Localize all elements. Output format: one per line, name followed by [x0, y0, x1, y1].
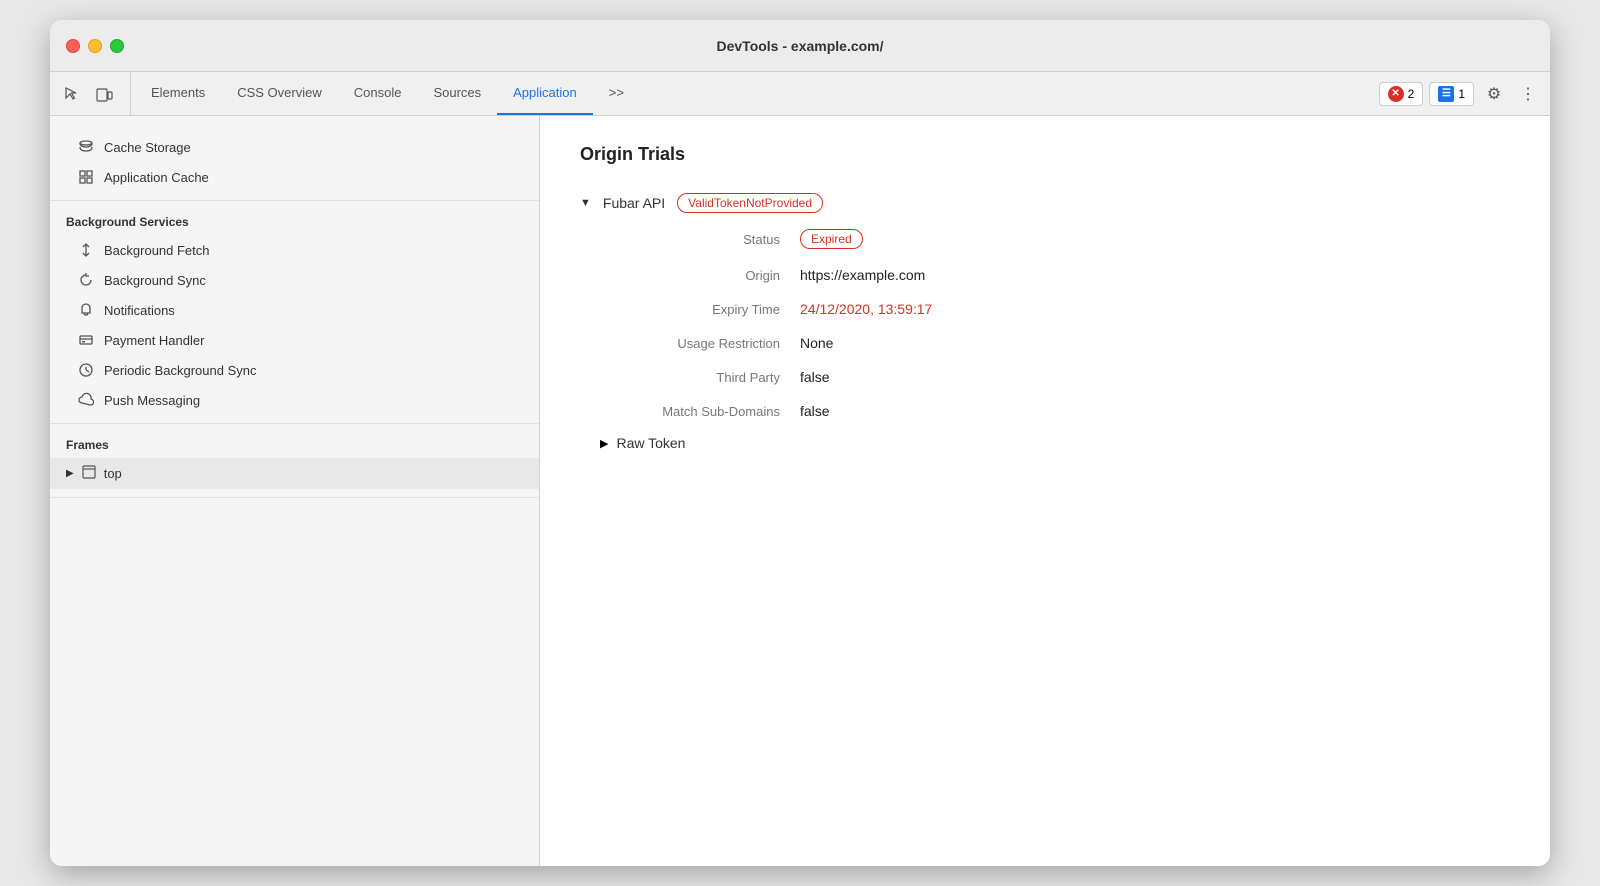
api-details: Status Expired Origin https://example.co… — [600, 229, 1510, 419]
devtools-window: DevTools - example.com/ Elements CSS Ove… — [50, 20, 1550, 866]
expand-arrow-icon: ▶ — [66, 468, 74, 479]
sidebar-item-application-cache[interactable]: Application Cache — [50, 162, 539, 192]
frame-icon — [82, 465, 96, 482]
sidebar: Cache Storage Application Cache — [50, 116, 540, 866]
bell-icon — [78, 302, 94, 318]
tab-more[interactable]: >> — [593, 72, 640, 115]
grid-icon — [78, 169, 94, 185]
stack-icon — [78, 139, 94, 155]
warning-icon: ☰ — [1438, 86, 1454, 102]
content-area: Origin Trials ▼ Fubar API ValidTokenNotP… — [540, 116, 1550, 866]
toolbar-right: ✕ 2 ☰ 1 ⚙ ⋮ — [1379, 72, 1542, 115]
tab-sources[interactable]: Sources — [417, 72, 497, 115]
inspect-icon[interactable] — [58, 80, 86, 108]
storage-section: Cache Storage Application Cache — [50, 124, 539, 201]
clock-icon — [78, 362, 94, 378]
tab-elements[interactable]: Elements — [135, 72, 221, 115]
tab-bar: Elements CSS Overview Console Sources Ap… — [135, 72, 1379, 115]
arrows-updown-icon — [78, 242, 94, 258]
sidebar-item-top[interactable]: ▶ top — [50, 458, 539, 489]
raw-token-row[interactable]: ▶ Raw Token — [600, 435, 1510, 451]
page-title: Origin Trials — [580, 144, 1510, 165]
device-toggle-icon[interactable] — [90, 80, 118, 108]
warnings-button[interactable]: ☰ 1 — [1429, 82, 1474, 106]
raw-token-expand-icon: ▶ — [600, 437, 608, 450]
main-area: Cache Storage Application Cache — [50, 116, 1550, 866]
api-header: ▼ Fubar API ValidTokenNotProvided — [580, 193, 1510, 213]
background-services-title: Background Services — [50, 209, 539, 235]
status-label: Status — [600, 229, 800, 249]
window-title: DevTools - example.com/ — [716, 38, 883, 54]
maximize-button[interactable] — [110, 39, 124, 53]
titlebar: DevTools - example.com/ — [50, 20, 1550, 72]
background-services-section: Background Services Background Fetch — [50, 201, 539, 424]
tab-application[interactable]: Application — [497, 72, 593, 115]
errors-button[interactable]: ✕ 2 — [1379, 82, 1424, 106]
expired-badge: Expired — [800, 229, 863, 249]
expiry-label: Expiry Time — [600, 301, 800, 317]
origin-label: Origin — [600, 267, 800, 283]
close-button[interactable] — [66, 39, 80, 53]
api-section: ▼ Fubar API ValidTokenNotProvided Status… — [580, 193, 1510, 451]
more-options-icon[interactable]: ⋮ — [1514, 80, 1542, 108]
minimize-button[interactable] — [88, 39, 102, 53]
frames-section: Frames ▶ top — [50, 424, 539, 498]
usage-label: Usage Restriction — [600, 335, 800, 351]
usage-value: None — [800, 335, 1510, 351]
card-icon — [78, 332, 94, 348]
sidebar-item-payment-handler[interactable]: Payment Handler — [50, 325, 539, 355]
toolbar-actions — [58, 72, 131, 115]
sidebar-item-background-fetch[interactable]: Background Fetch — [50, 235, 539, 265]
api-status-badge: ValidTokenNotProvided — [677, 193, 823, 213]
expiry-value: 24/12/2020, 13:59:17 — [800, 301, 1510, 317]
sidebar-item-background-sync[interactable]: Background Sync — [50, 265, 539, 295]
api-collapse-toggle[interactable]: ▼ — [580, 197, 591, 209]
sidebar-item-notifications[interactable]: Notifications — [50, 295, 539, 325]
sidebar-item-cache-storage[interactable]: Cache Storage — [50, 132, 539, 162]
api-name: Fubar API — [603, 195, 665, 211]
tab-css-overview[interactable]: CSS Overview — [221, 72, 338, 115]
tab-console[interactable]: Console — [338, 72, 418, 115]
raw-token-label: Raw Token — [616, 435, 685, 451]
match-subdomains-value: false — [800, 403, 1510, 419]
frames-title: Frames — [50, 432, 539, 458]
cloud-icon — [78, 392, 94, 408]
traffic-lights — [66, 39, 124, 53]
toolbar: Elements CSS Overview Console Sources Ap… — [50, 72, 1550, 116]
error-icon: ✕ — [1388, 86, 1404, 102]
third-party-label: Third Party — [600, 369, 800, 385]
third-party-value: false — [800, 369, 1510, 385]
settings-icon[interactable]: ⚙ — [1480, 80, 1508, 108]
status-value: Expired — [800, 229, 1510, 249]
sidebar-item-periodic-background-sync[interactable]: Periodic Background Sync — [50, 355, 539, 385]
sidebar-item-push-messaging[interactable]: Push Messaging — [50, 385, 539, 415]
sync-icon — [78, 272, 94, 288]
origin-value: https://example.com — [800, 267, 1510, 283]
match-subdomains-label: Match Sub-Domains — [600, 403, 800, 419]
